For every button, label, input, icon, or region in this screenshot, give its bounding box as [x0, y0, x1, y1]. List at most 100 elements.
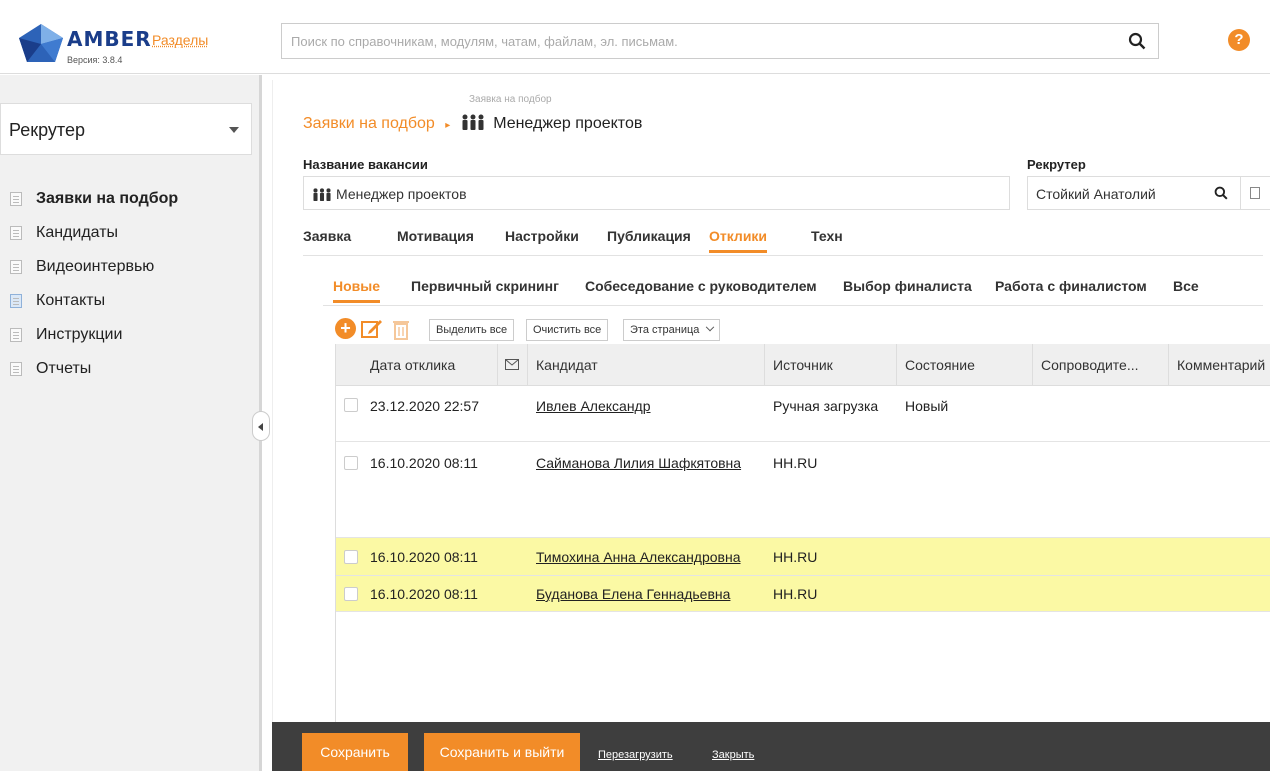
row-date: 16.10.2020 08:11 [370, 455, 478, 471]
candidate-link[interactable]: Буданова Елена Геннадьевна [536, 586, 730, 602]
tab-publication[interactable]: Публикация [607, 228, 691, 250]
edit-icon[interactable] [361, 318, 383, 339]
row-date: 16.10.2020 08:11 [370, 549, 478, 565]
contact-card-icon [10, 294, 22, 308]
sidebar-nav: Заявки на подбор Кандидаты Видеоинтервью… [0, 183, 252, 387]
envelope-icon [505, 359, 519, 370]
tab-request[interactable]: Заявка [303, 228, 351, 250]
people-icon [462, 114, 484, 130]
sidebar-item-label: Заявки на подбор [36, 190, 179, 207]
vacancy-name-text: Менеджер проектов [336, 186, 467, 202]
document-icon [10, 192, 22, 206]
tab-tech[interactable]: Техн [811, 228, 843, 250]
tab-settings[interactable]: Настройки [505, 228, 579, 250]
column-header-status[interactable]: Состояние [897, 344, 1033, 386]
candidate-link[interactable]: Ивлев Александр [536, 398, 651, 414]
grid-header: Дата отклика Кандидат Источник Состояние… [336, 344, 1270, 386]
recruiter-field[interactable]: Стойкий Анатолий [1027, 176, 1270, 210]
sidebar: Рекрутер Заявки на подбор Кандидаты Виде… [0, 75, 262, 771]
table-row[interactable]: 23.12.2020 22:57 Ивлев Александр Ручная … [336, 386, 1270, 442]
grid-toolbar: + Выделить все Очистить все Эта страница [335, 316, 935, 342]
stage-tabs: Новые Первичный скрининг Собеседование с… [323, 278, 1263, 306]
row-checkbox[interactable] [344, 587, 358, 601]
row-checkbox[interactable] [344, 550, 358, 564]
search-icon[interactable] [1214, 186, 1228, 200]
row-date: 23.12.2020 22:57 [370, 398, 479, 414]
trash-icon[interactable] [390, 318, 412, 340]
page-scope-value: Эта страница [630, 324, 700, 336]
select-all-button[interactable]: Выделить все [429, 319, 515, 341]
sidebar-item-label: Инструкции [36, 326, 123, 343]
sidebar-item-label: Отчеты [36, 360, 92, 377]
search-placeholder: Поиск по справочникам, модулям, чатам, ф… [291, 34, 678, 49]
document-icon [10, 260, 22, 274]
add-icon[interactable]: + [335, 318, 356, 339]
sidebar-item-video-interview[interactable]: Видеоинтервью [0, 251, 252, 285]
people-icon [313, 188, 331, 201]
column-header-cover-letter[interactable] [498, 344, 528, 386]
amber-logo-icon[interactable] [17, 22, 65, 64]
sidebar-item-label: Видеоинтервью [36, 258, 155, 275]
save-and-exit-button[interactable]: Сохранить и выйти [424, 733, 580, 771]
row-source: HH.RU [773, 549, 818, 565]
field-divider [1240, 177, 1241, 209]
table-row[interactable]: 16.10.2020 08:11 Сайманова Лилия Шафкято… [336, 442, 1270, 538]
clear-all-button[interactable]: Очистить все [526, 319, 609, 341]
top-header: AMBER Версия: 3.8.4 Разделы Поиск по спр… [0, 0, 1270, 74]
table-row[interactable]: 16.10.2020 08:11 Тимохина Анна Александр… [336, 538, 1270, 576]
subtab-manager-interview[interactable]: Собеседование с руководителем [585, 278, 817, 300]
column-header-source[interactable]: Источник [765, 344, 897, 386]
candidate-link[interactable]: Тимохина Анна Александровна [536, 549, 741, 565]
chevron-down-icon [229, 127, 239, 133]
logo-text: AMBER [67, 27, 152, 51]
subtab-finalist-work[interactable]: Работа с финалистом [995, 278, 1147, 300]
table-row[interactable]: 16.10.2020 08:11 Буданова Елена Геннадье… [336, 576, 1270, 612]
column-header-candidate[interactable]: Кандидат [528, 344, 765, 386]
column-header-date[interactable]: Дата отклика [336, 344, 498, 386]
row-source: Ручная загрузка [773, 398, 879, 414]
recruiter-value: Стойкий Анатолий [1036, 186, 1156, 202]
row-source: HH.RU [773, 586, 818, 602]
breadcrumb-parent-link[interactable]: Заявки на подбор [303, 115, 435, 132]
subtab-new[interactable]: Новые [333, 278, 381, 303]
candidate-link[interactable]: Сайманова Лилия Шафкятовна [536, 455, 741, 471]
page-scope-select[interactable]: Эта страница [623, 319, 721, 341]
vacancy-name-field[interactable]: Менеджер проектов [303, 176, 1010, 210]
save-button[interactable]: Сохранить [302, 733, 408, 771]
column-header-comment[interactable]: Комментарий [1169, 344, 1270, 386]
sidebar-item-requests[interactable]: Заявки на подбор [0, 183, 252, 217]
subtab-finalist-choice[interactable]: Выбор финалиста [843, 278, 972, 300]
main-content: Заявка на подбор Заявки на подбор ▸ Мене… [272, 80, 1270, 771]
vacancy-name-value: Менеджер проектов [312, 186, 467, 202]
sidebar-collapse-button[interactable] [252, 411, 270, 441]
sections-link[interactable]: Разделы [152, 32, 208, 48]
role-select[interactable]: Рекрутер [0, 103, 252, 155]
row-status: Новый [905, 398, 949, 414]
sidebar-item-label: Кандидаты [36, 224, 119, 241]
role-select-value: Рекрутер [9, 120, 85, 140]
tab-responses[interactable]: Отклики [709, 228, 768, 253]
responses-grid: Дата отклика Кандидат Источник Состояние… [335, 344, 1270, 722]
column-header-cover[interactable]: Сопроводите... [1033, 344, 1169, 386]
sidebar-item-candidates[interactable]: Кандидаты [0, 217, 252, 251]
chevron-down-icon [706, 322, 715, 332]
app-version: Версия: 3.8.4 [67, 55, 123, 65]
subtab-all[interactable]: Все [1173, 278, 1199, 300]
sidebar-item-contacts[interactable]: Контакты [0, 285, 252, 319]
breadcrumb: Заявки на подбор ▸ Менеджер проектов [303, 114, 642, 133]
sidebar-item-reports[interactable]: Отчеты [0, 353, 252, 387]
search-icon[interactable] [1128, 32, 1146, 50]
form-footer: Сохранить Сохранить и выйти Перезагрузит… [272, 722, 1270, 771]
tab-motivation[interactable]: Мотивация [397, 228, 474, 250]
row-checkbox[interactable] [344, 398, 358, 412]
row-checkbox[interactable] [344, 456, 358, 470]
document-icon [10, 328, 22, 342]
sidebar-item-instructions[interactable]: Инструкции [0, 319, 252, 353]
global-search-input[interactable]: Поиск по справочникам, модулям, чатам, ф… [281, 23, 1159, 59]
subtab-screening[interactable]: Первичный скрининг [411, 278, 559, 300]
breadcrumb-separator-icon: ▸ [445, 120, 451, 131]
open-record-icon[interactable] [1250, 187, 1260, 199]
close-link[interactable]: Закрыть [712, 749, 754, 761]
help-icon[interactable]: ? [1228, 29, 1250, 51]
reload-link[interactable]: Перезагрузить [598, 749, 673, 761]
